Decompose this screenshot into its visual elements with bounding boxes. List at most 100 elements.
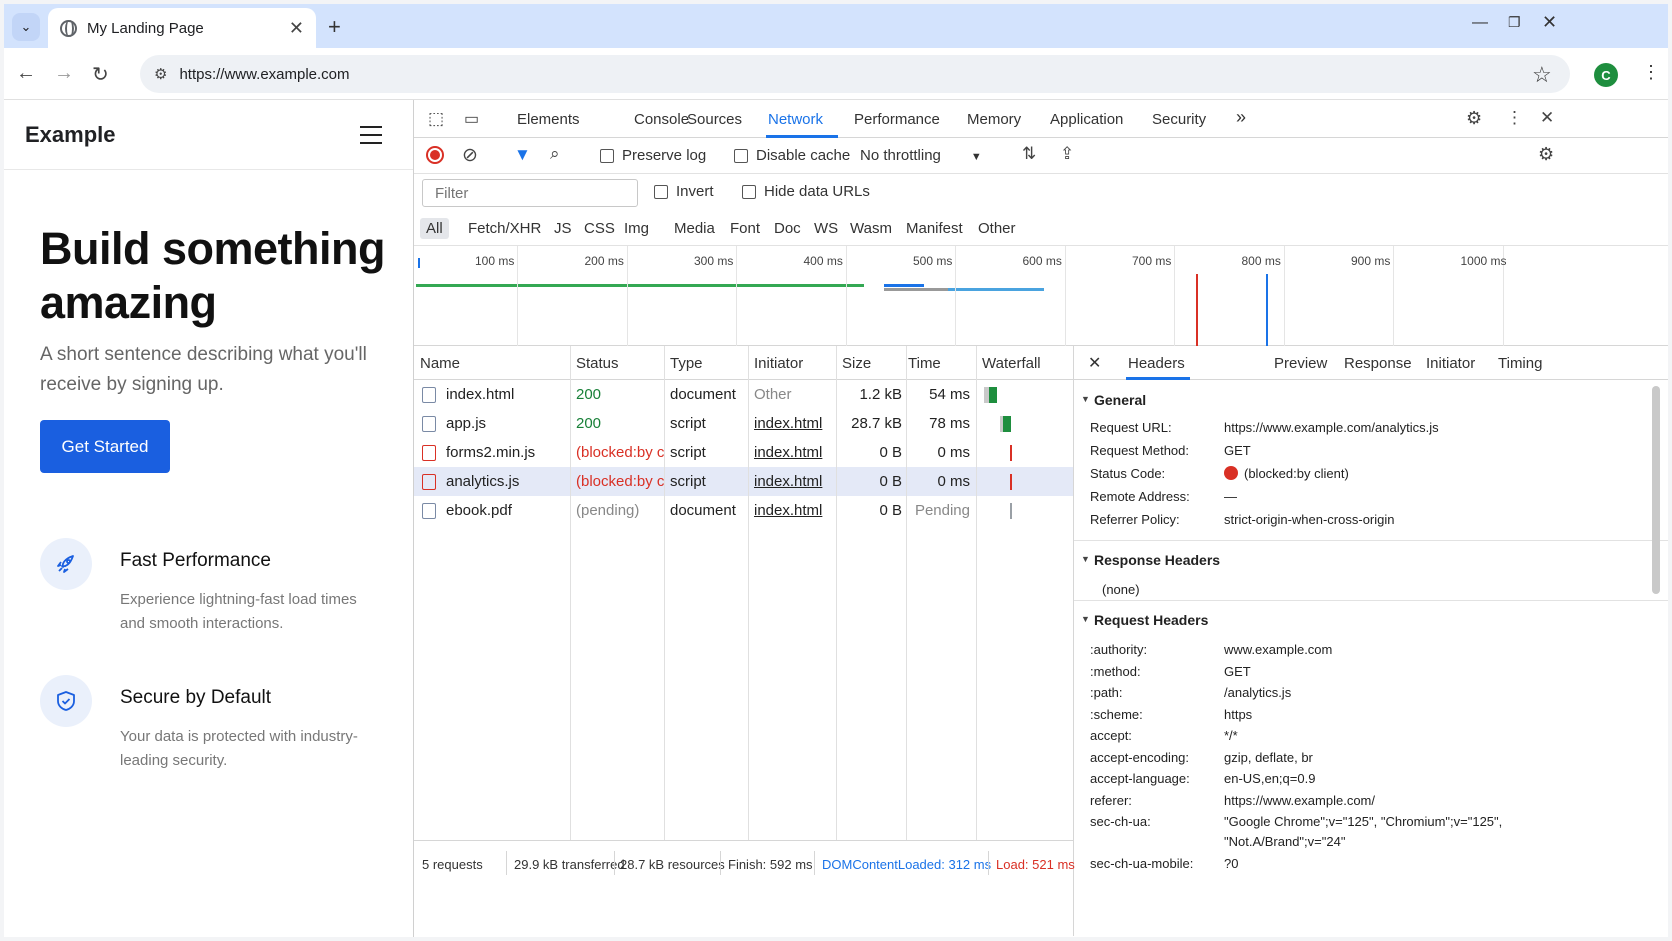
tab-memory[interactable]: Memory [967,111,1021,128]
inspect-element-icon[interactable]: ⬚ [428,109,444,129]
general-section-header[interactable]: General [1074,382,1668,412]
request-header-value[interactable]: https://www.example.com/ [1224,793,1375,808]
tab-security[interactable]: Security [1152,111,1206,128]
type-filter-doc[interactable]: Doc [774,220,801,237]
request-header-value[interactable]: GET [1224,664,1251,679]
get-started-button[interactable]: Get Started [40,420,170,473]
request-header-value[interactable]: gzip, deflate, br [1224,750,1313,765]
close-tab-icon[interactable]: ✕ [289,18,304,39]
invert-checkbox[interactable]: Invert [654,183,714,200]
general-value[interactable]: — [1224,489,1237,504]
close-devtools-icon[interactable]: ✕ [1540,108,1554,128]
column-header-waterfall[interactable]: Waterfall [982,355,1041,372]
type-filter-manifest[interactable]: Manifest [906,220,963,237]
disable-cache-checkbox[interactable]: Disable cache [734,147,850,164]
profile-avatar[interactable]: C [1594,63,1618,87]
general-value[interactable]: strict-origin-when-cross-origin [1224,512,1395,527]
type-filter-fetchxhr[interactable]: Fetch/XHR [468,220,541,237]
filter-icon[interactable]: ▼ [514,145,531,165]
search-icon[interactable]: ⌕ [550,144,560,164]
type-filter-js[interactable]: JS [554,220,572,237]
restore-button[interactable]: ❐ [1508,14,1521,31]
request-header-value[interactable]: /analytics.js [1224,685,1291,700]
new-tab-button[interactable]: + [328,14,341,40]
cell-initiator[interactable]: index.html [754,473,834,490]
settings-gear-icon[interactable]: ⚙ [1466,108,1482,129]
request-header-value[interactable]: en-US,en;q=0.9 [1224,771,1315,786]
general-value[interactable]: https://www.example.com/analytics.js [1224,420,1439,435]
type-filter-media[interactable]: Media [674,220,715,237]
tab-sources[interactable]: Sources [687,111,742,128]
request-headers-section-header[interactable]: Request Headers [1074,602,1668,632]
type-filter-all[interactable]: All [420,218,449,239]
response-headers-section-header[interactable]: Response Headers [1074,542,1668,572]
column-header-type[interactable]: Type [670,355,703,372]
type-filter-img[interactable]: Img [624,220,649,237]
request-row[interactable]: analytics.js (blocked:by cl script index.ht… [414,467,1073,496]
tab-timing[interactable]: Timing [1498,355,1542,372]
type-filter-ws[interactable]: WS [814,220,838,237]
request-header-value[interactable]: https [1224,707,1252,722]
record-icon[interactable] [426,146,444,164]
general-value[interactable]: GET [1224,443,1251,458]
clear-icon[interactable]: ⊘ [462,144,478,167]
hide-data-urls-checkbox[interactable]: Hide data URLs [742,183,870,200]
tab-response[interactable]: Response [1344,355,1412,372]
device-toolbar-icon[interactable]: ▭ [464,109,479,129]
browser-menu-icon[interactable]: ⋮ [1642,62,1660,83]
tab-preview[interactable]: Preview [1274,355,1327,372]
close-details-icon[interactable]: ✕ [1088,353,1101,373]
close-window-button[interactable]: ✕ [1542,12,1557,33]
tab-initiator[interactable]: Initiator [1426,355,1475,372]
request-header-value[interactable]: "Google Chrome";v="125", "Chromium";v="1… [1224,814,1502,829]
cell-initiator[interactable]: index.html [754,502,834,519]
browser-window: ⌄ My Landing Page ✕ + — ❐ ✕ ← → ↻ ⚙ http… [4,4,1668,937]
column-header-initiator[interactable]: Initiator [754,355,803,372]
more-tabs-icon[interactable]: » [1236,107,1246,128]
tab-performance[interactable]: Performance [854,111,940,128]
hamburger-menu-icon[interactable] [360,126,382,144]
request-row[interactable]: forms2.min.js (blocked:by cl script index.h… [414,438,1073,467]
column-header-time[interactable]: Time [908,355,941,372]
tab-application[interactable]: Application [1050,111,1123,128]
site-info-icon[interactable]: ⚙ [154,65,167,83]
request-row[interactable]: ebook.pdf (pending) document index.html 0 B P… [414,496,1073,525]
tab-headers[interactable]: Headers [1128,355,1185,372]
request-row[interactable]: index.html 200 document Other 1.2 kB 54 ms [414,380,1073,409]
request-header-value[interactable]: www.example.com [1224,642,1332,657]
column-header-status[interactable]: Status [576,355,619,372]
type-filter-wasm[interactable]: Wasm [850,220,892,237]
tab-search-button[interactable]: ⌄ [12,13,40,41]
address-bar[interactable]: ⚙ https://www.example.com [140,55,1570,93]
type-filter-other[interactable]: Other [978,220,1016,237]
bookmark-star-icon[interactable]: ☆ [1532,62,1552,88]
throttling-select[interactable]: No throttling ▼ [860,147,982,164]
request-row[interactable]: app.js 200 script index.html 28.7 kB 78 ms [414,409,1073,438]
type-filter-font[interactable]: Font [730,220,760,237]
minimize-button[interactable]: — [1472,14,1488,32]
preserve-log-checkbox[interactable]: Preserve log [600,147,706,164]
column-header-name[interactable]: Name [420,355,460,372]
column-divider [906,346,907,840]
site-brand[interactable]: Example [25,122,116,148]
cell-initiator[interactable]: index.html [754,444,834,461]
request-header-value[interactable]: */* [1224,728,1238,743]
export-har-icon[interactable]: ⇪ [1060,144,1074,164]
network-settings-icon[interactable]: ⚙ [1538,144,1554,165]
import-har-icon[interactable]: ⇅ [1022,144,1036,164]
tab-elements[interactable]: Elements [517,111,580,128]
tab-network[interactable]: Network [768,111,823,128]
back-button[interactable]: ← [16,62,36,85]
devtools-menu-icon[interactable]: ⋮ [1506,108,1523,128]
filter-input[interactable] [422,179,638,207]
type-filter-css[interactable]: CSS [584,220,615,237]
cell-initiator[interactable]: index.html [754,415,834,432]
details-scrollbar[interactable] [1652,386,1660,594]
forward-button[interactable]: → [54,62,74,85]
browser-tab[interactable]: My Landing Page ✕ [48,8,316,48]
reload-button[interactable]: ↻ [92,62,109,87]
request-header-value[interactable]: ?0 [1224,856,1238,871]
general-value[interactable]: (blocked:by client) [1224,466,1349,481]
tab-console[interactable]: Console [634,111,689,128]
column-header-size[interactable]: Size [842,355,871,372]
